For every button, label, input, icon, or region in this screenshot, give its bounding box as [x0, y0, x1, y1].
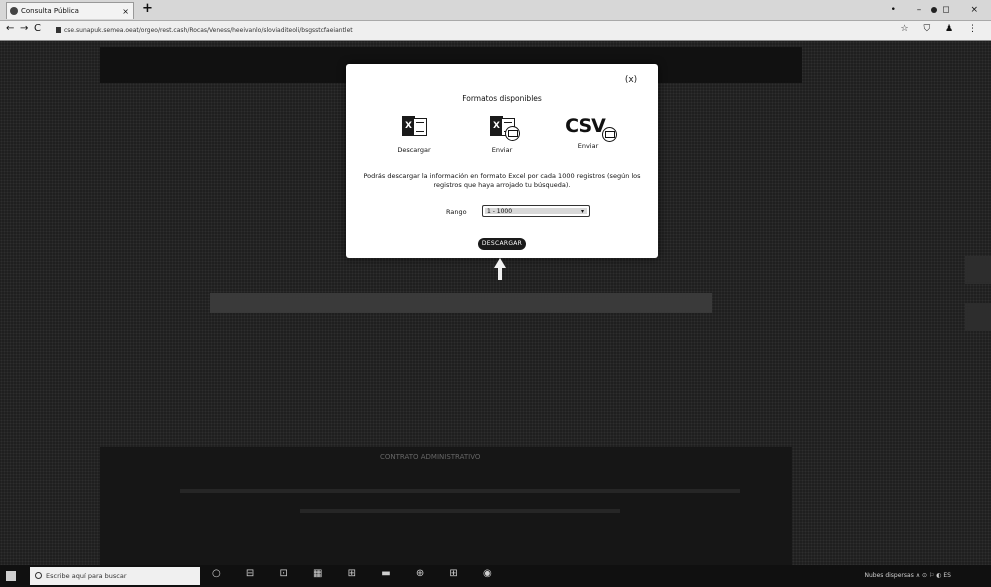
system-tray[interactable]: Nubes dispersas ∧ ⊙ ⚐ ◐ ES — [865, 569, 952, 583]
windows-start-icon[interactable] — [6, 571, 16, 581]
range-value: 1 - 1000 — [487, 208, 513, 215]
modal-description: Podrás descargar la información en forma… — [363, 172, 641, 189]
taskbar-search-input[interactable]: Escribe aquí para buscar — [30, 567, 200, 585]
chevron-down-icon: ▾ — [580, 208, 584, 215]
tab-close-icon[interactable]: × — [122, 3, 129, 20]
lock-icon[interactable] — [56, 27, 61, 33]
taskbar-app-icons[interactable]: ○ ⊟ ⊡ ▦ ⊞ ▬ ⊕ ⊞ ◉ — [212, 568, 503, 579]
tab-title: Consulta Pública — [21, 7, 79, 15]
address-bar-actions[interactable]: ☆ ⛉ ♟ ⋮ — [901, 24, 983, 34]
range-row: Rango 1 - 1000 ▾ — [346, 205, 658, 219]
range-select[interactable]: 1 - 1000 ▾ — [482, 205, 590, 217]
browser-tab-bar: Consulta Pública × + • – ◻ × — [0, 0, 991, 21]
side-widget — [965, 303, 991, 331]
side-widget — [965, 256, 991, 284]
format-options: X Descargar X Enviar CSV Enviar — [346, 114, 658, 164]
taskbar-search-placeholder: Escribe aquí para buscar — [46, 572, 127, 580]
reload-button[interactable]: C — [34, 23, 41, 34]
csv-mail-icon: CSV — [565, 114, 617, 142]
window-controls[interactable]: • – ◻ × — [891, 0, 987, 20]
format-label: Enviar — [491, 146, 513, 154]
footer-row — [180, 489, 740, 493]
browser-tab[interactable]: Consulta Pública × — [6, 2, 134, 19]
format-option-enviar-excel[interactable]: X Enviar — [467, 114, 537, 154]
download-button[interactable]: DESCARGAR — [478, 238, 526, 250]
range-label: Rango — [446, 208, 467, 216]
page-footer-panel: CONTRATO ADMINISTRATIVO — [100, 447, 792, 565]
address-bar: ← → C cse.sunapuk.semea.oeat/orgeo/rest.… — [0, 21, 991, 41]
format-label: Descargar — [397, 146, 431, 154]
search-icon — [35, 572, 42, 579]
modal-title: Formatos disponibles — [462, 94, 542, 103]
url-field[interactable]: cse.sunapuk.semea.oeat/orgeo/rest.cash/R… — [64, 24, 914, 37]
format-option-descargar[interactable]: X Descargar — [379, 114, 449, 154]
excel-download-icon: X — [402, 114, 427, 138]
excel-mail-icon: X — [490, 114, 520, 141]
csv-text: CSV — [565, 115, 606, 137]
favicon-icon — [10, 7, 18, 15]
format-option-enviar-csv[interactable]: CSV Enviar — [553, 114, 623, 150]
page-band — [210, 293, 712, 313]
format-label: Enviar — [577, 142, 599, 150]
forward-button[interactable]: → — [20, 23, 28, 34]
mail-icon — [505, 126, 520, 141]
taskbar: Escribe aquí para buscar ○ ⊟ ⊡ ▦ ⊞ ▬ ⊕ ⊞… — [0, 565, 991, 587]
footer-heading: CONTRATO ADMINISTRATIVO — [380, 453, 481, 461]
back-button[interactable]: ← — [6, 23, 14, 34]
footer-row — [300, 509, 620, 513]
new-tab-button[interactable]: + — [142, 1, 153, 16]
formats-modal: (x) Formatos disponibles X Descargar X E… — [346, 64, 658, 258]
pointer-arrow-stem — [498, 266, 502, 280]
mail-icon — [601, 127, 617, 142]
close-icon[interactable]: (x) — [624, 74, 638, 86]
